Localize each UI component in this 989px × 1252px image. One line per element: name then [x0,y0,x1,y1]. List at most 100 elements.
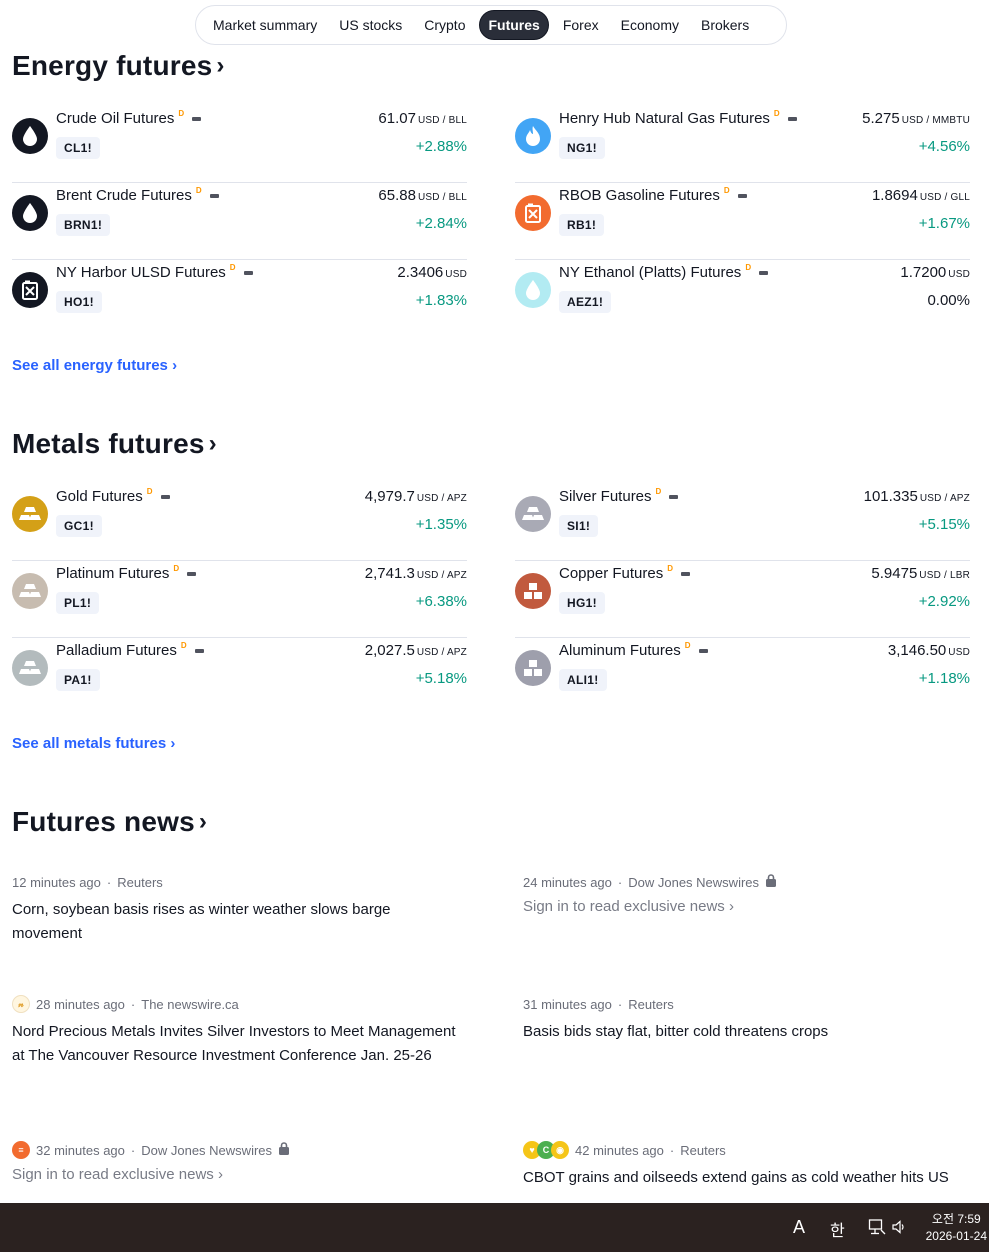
newswire-logo-icon: 𝓃 [12,995,30,1013]
sign-in-link[interactable]: Sign in to read exclusive news › [12,1166,462,1183]
futures-name[interactable]: Brent Crude Futures [56,187,192,204]
futures-name-row: RBOB Gasoline Futures D [559,186,747,204]
futures-row[interactable]: Gold Futures D GC1! 4,979.7 USD / APZ +1.35% [12,484,467,561]
futures-name[interactable]: Copper Futures [559,565,663,582]
ticker-symbol[interactable]: BRN1! [56,214,111,236]
ticker-symbol[interactable]: GC1! [56,515,102,537]
delayed-badge: D [146,487,153,496]
price-change: +1.83% [415,292,467,309]
futures-news-heading[interactable]: Futures news › [12,806,207,838]
ime-mode-indicator[interactable]: A [793,1217,805,1238]
drop-icon [515,272,551,308]
delayed-badge: D [655,487,662,496]
sign-in-link[interactable]: Sign in to read exclusive news › [523,898,973,915]
ticker-symbol[interactable]: AEZ1! [559,291,612,313]
futures-row[interactable]: Platinum Futures D PL1! 2,741.3 USD / APZ +6.… [12,561,467,638]
futures-row[interactable]: NY Ethanol (Platts) Futures D AEZ1! 1.7200 U… [515,260,970,337]
news-source: Dow Jones Newswires [141,1142,273,1158]
energy-futures-title: Energy futures [12,50,213,81]
futures-price: 3,146.50 USD [888,642,970,659]
price-value: 61.07 [378,110,416,127]
fuel-can-icon [12,272,48,308]
futures-row[interactable]: RBOB Gasoline Futures D RB1! 1.8694 USD / GL… [515,183,970,260]
tab-futures[interactable]: Futures [479,10,549,40]
news-headline[interactable]: Corn, soybean basis rises as winter weat… [12,898,462,946]
tab-crypto[interactable]: Crypto [416,11,473,39]
price-change: +4.56% [918,138,970,155]
ime-language-indicator[interactable]: 한 [830,1217,845,1241]
ticker-symbol[interactable]: NG1! [559,137,605,159]
news-headline[interactable]: CBOT grains and oilseeds extend gains as… [523,1166,973,1190]
futures-price: 61.07 USD / BLL [378,110,467,127]
futures-name-row: Gold Futures D [56,487,170,505]
futures-name[interactable]: Platinum Futures [56,565,169,582]
futures-name[interactable]: Silver Futures [559,488,652,505]
sign-in-label: Sign in to read exclusive news [12,1166,214,1183]
ticker-symbol[interactable]: HO1! [56,291,102,313]
price-unit: USD [445,269,467,280]
ticker-symbol[interactable]: HG1! [559,592,605,614]
metals-futures-heading[interactable]: Metals futures › [12,428,217,460]
fuel-can-icon [515,195,551,231]
futures-row[interactable]: Aluminum Futures D ALI1! 3,146.50 USD +1.18% [515,638,970,715]
futures-name[interactable]: NY Ethanol (Platts) Futures [559,264,741,281]
see-all-energy-link[interactable]: See all energy futures › [12,357,177,374]
news-item[interactable]: 31 minutes ago · Reuters Basis bids stay f… [523,994,973,1044]
futures-name[interactable]: Henry Hub Natural Gas Futures [559,110,770,127]
ticker-symbol[interactable]: PL1! [56,592,100,614]
tab-economy[interactable]: Economy [613,11,687,39]
tab-market-summary[interactable]: Market summary [205,11,325,39]
futures-row[interactable]: Crude Oil Futures D CL1! 61.07 USD / BLL +2.8… [12,106,467,183]
news-item[interactable]: 𝓃 28 minutes ago · The newswire.ca Nord Pre… [12,994,462,1068]
price-unit: USD / GLL [919,192,970,203]
volume-icon[interactable] [891,1219,907,1240]
ticker-symbol[interactable]: RB1! [559,214,605,236]
futures-name[interactable]: Aluminum Futures [559,642,681,659]
commodity-logos-icon: ♥ C ◉ [523,1141,569,1159]
see-all-metals-label: See all metals futures [12,735,167,752]
tab-brokers[interactable]: Brokers [693,11,757,39]
futures-name[interactable]: RBOB Gasoline Futures [559,187,720,204]
news-source: Dow Jones Newswires [628,874,760,890]
price-unit: USD / APZ [919,493,970,504]
news-item[interactable]: 24 minutes ago · Dow Jones Newswires Sign … [523,872,973,915]
tab-forex[interactable]: Forex [555,11,607,39]
news-meta: 12 minutes ago · Reuters [12,874,163,890]
see-all-metals-link[interactable]: See all metals futures › [12,735,175,752]
tab-us-stocks[interactable]: US stocks [331,11,410,39]
futures-name[interactable]: Crude Oil Futures [56,110,174,127]
futures-row[interactable]: NY Harbor ULSD Futures D HO1! 2.3406 USD +1.8… [12,260,467,337]
news-headline[interactable]: Nord Precious Metals Invites Silver Inve… [12,1020,462,1068]
futures-name-row: NY Ethanol (Platts) Futures D [559,263,769,281]
futures-name[interactable]: NY Harbor ULSD Futures [56,264,226,281]
network-icon[interactable] [868,1218,886,1241]
futures-name[interactable]: Palladium Futures [56,642,177,659]
news-item[interactable]: ≡ 32 minutes ago · Dow Jones Newswires Sign… [12,1140,462,1183]
ticker-symbol[interactable]: CL1! [56,137,100,159]
futures-name-row: Palladium Futures D [56,641,204,659]
price-unit: USD [948,647,970,658]
system-clock[interactable]: 오전 7:59 2026-01-24 [926,1211,987,1245]
ticker-symbol[interactable]: SI1! [559,515,599,537]
futures-price: 2.3406 USD [397,264,467,281]
news-item[interactable]: 12 minutes ago · Reuters Corn, soybean bas… [12,872,462,946]
news-headline[interactable]: Basis bids stay flat, bitter cold threat… [523,1020,973,1044]
energy-futures-heading[interactable]: Energy futures › [12,50,225,82]
futures-name-row: Aluminum Futures D [559,641,708,659]
price-change: +6.38% [415,593,467,610]
futures-row[interactable]: Brent Crude Futures D BRN1! 65.88 USD / BLL +… [12,183,467,260]
bars-icon [515,496,551,532]
market-closed-icon [194,648,204,653]
futures-row[interactable]: Copper Futures D HG1! 5.9475 USD / LBR +2.92% [515,561,970,638]
futures-row[interactable]: Henry Hub Natural Gas Futures D NG1! 5.275 U… [515,106,970,183]
market-closed-icon [737,193,747,198]
futures-row[interactable]: Palladium Futures D PA1! 2,027.5 USD / APZ +5… [12,638,467,715]
market-closed-icon [187,571,197,576]
ticker-symbol[interactable]: PA1! [56,669,100,691]
ticker-symbol[interactable]: ALI1! [559,669,607,691]
chevron-right-icon: › [172,357,178,374]
price-change: +2.88% [415,138,467,155]
news-item[interactable]: ♥ C ◉ 42 minutes ago · Reuters CBOT grains a… [523,1140,973,1190]
futures-name[interactable]: Gold Futures [56,488,143,505]
futures-row[interactable]: Silver Futures D SI1! 101.335 USD / APZ +5.15… [515,484,970,561]
